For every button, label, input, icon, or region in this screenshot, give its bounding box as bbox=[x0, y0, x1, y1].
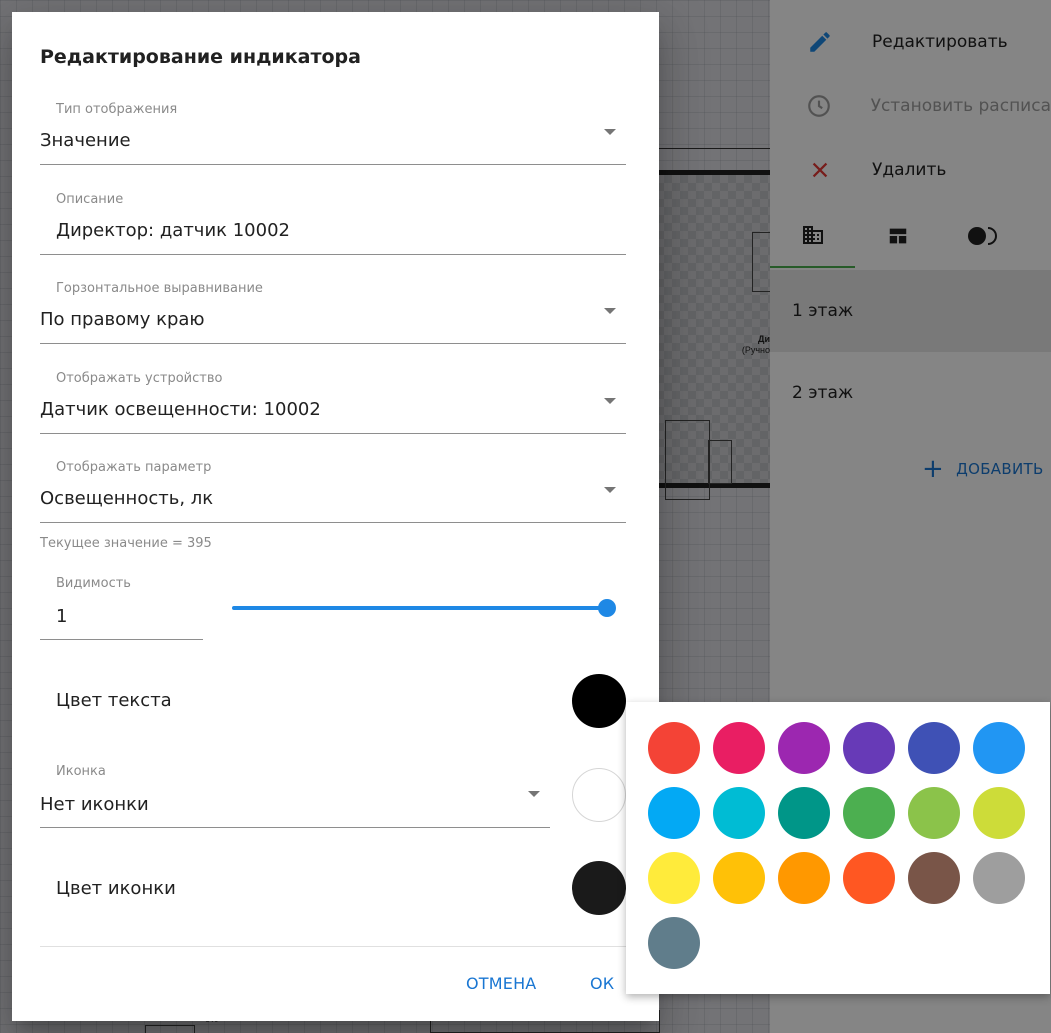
dialog-divider bbox=[40, 946, 634, 947]
palette-color-swatch[interactable] bbox=[908, 787, 960, 839]
visibility-field[interactable]: Видимость 1 bbox=[40, 576, 203, 640]
palette-color-swatch[interactable] bbox=[648, 787, 700, 839]
parameter-select[interactable]: Отображать параметр Освещенность, лк bbox=[40, 460, 626, 523]
slider-track bbox=[232, 606, 610, 610]
palette-color-swatch[interactable] bbox=[973, 852, 1025, 904]
palette-color-swatch[interactable] bbox=[648, 722, 700, 774]
visibility-slider[interactable] bbox=[232, 598, 616, 618]
palette-color-swatch[interactable] bbox=[713, 852, 765, 904]
parameter-value: Освещенность, лк bbox=[40, 488, 214, 509]
palette-color-swatch[interactable] bbox=[973, 787, 1025, 839]
chevron-down-icon bbox=[604, 487, 616, 493]
palette-color-swatch[interactable] bbox=[778, 852, 830, 904]
icon-color-label: Цвет иконки bbox=[56, 878, 176, 899]
icon-value: Нет иконки bbox=[40, 794, 149, 815]
horizontal-align-value: По правому краю bbox=[40, 309, 205, 330]
palette-color-swatch[interactable] bbox=[843, 787, 895, 839]
palette-color-swatch[interactable] bbox=[843, 722, 895, 774]
parameter-label: Отображать параметр bbox=[56, 460, 212, 475]
text-color-label: Цвет текста bbox=[56, 690, 172, 711]
chevron-down-icon bbox=[604, 308, 616, 314]
horizontal-align-select[interactable]: Горзонтальное выравнивание По правому кр… bbox=[40, 281, 626, 344]
visibility-label: Видимость bbox=[56, 576, 131, 591]
palette-color-swatch[interactable] bbox=[843, 852, 895, 904]
description-field[interactable]: Описание Директор: датчик 10002 bbox=[40, 192, 626, 255]
cancel-button[interactable]: ОТМЕНА bbox=[466, 974, 536, 993]
palette-color-swatch[interactable] bbox=[778, 722, 830, 774]
device-select[interactable]: Отображать устройство Датчик освещенност… bbox=[40, 371, 626, 434]
color-palette-popover bbox=[626, 702, 1050, 994]
display-type-label: Тип отображения bbox=[56, 102, 178, 117]
icon-select[interactable]: Иконка Нет иконки bbox=[40, 764, 550, 828]
visibility-value: 1 bbox=[56, 606, 68, 627]
edit-indicator-dialog: Редактирование индикатора Тип отображени… bbox=[12, 12, 659, 1021]
slider-thumb[interactable] bbox=[598, 599, 616, 617]
dialog-title: Редактирование индикатора bbox=[40, 46, 361, 68]
icon-preview-swatch[interactable] bbox=[572, 768, 626, 822]
ok-button[interactable]: ОК bbox=[590, 974, 614, 993]
palette-color-swatch[interactable] bbox=[908, 852, 960, 904]
palette-color-swatch[interactable] bbox=[713, 722, 765, 774]
horizontal-align-label: Горзонтальное выравнивание bbox=[56, 281, 263, 296]
palette-color-swatch[interactable] bbox=[908, 722, 960, 774]
text-color-swatch[interactable] bbox=[572, 674, 626, 728]
chevron-down-icon bbox=[604, 129, 616, 135]
current-value-hint: Текущее значение = 395 bbox=[40, 536, 212, 551]
palette-color-swatch[interactable] bbox=[648, 852, 700, 904]
icon-color-swatch[interactable] bbox=[572, 861, 626, 915]
device-label: Отображать устройство bbox=[56, 371, 223, 386]
palette-color-swatch[interactable] bbox=[713, 787, 765, 839]
palette-color-swatch[interactable] bbox=[648, 917, 700, 969]
device-value: Датчик освещенности: 10002 bbox=[40, 399, 321, 420]
description-label: Описание bbox=[56, 192, 124, 207]
icon-label: Иконка bbox=[56, 764, 106, 779]
palette-color-swatch[interactable] bbox=[973, 722, 1025, 774]
description-value: Директор: датчик 10002 bbox=[56, 220, 290, 241]
display-type-select[interactable]: Тип отображения Значение bbox=[40, 102, 626, 165]
chevron-down-icon bbox=[528, 791, 540, 797]
display-type-value: Значение bbox=[40, 130, 131, 151]
palette-color-swatch[interactable] bbox=[778, 787, 830, 839]
chevron-down-icon bbox=[604, 398, 616, 404]
